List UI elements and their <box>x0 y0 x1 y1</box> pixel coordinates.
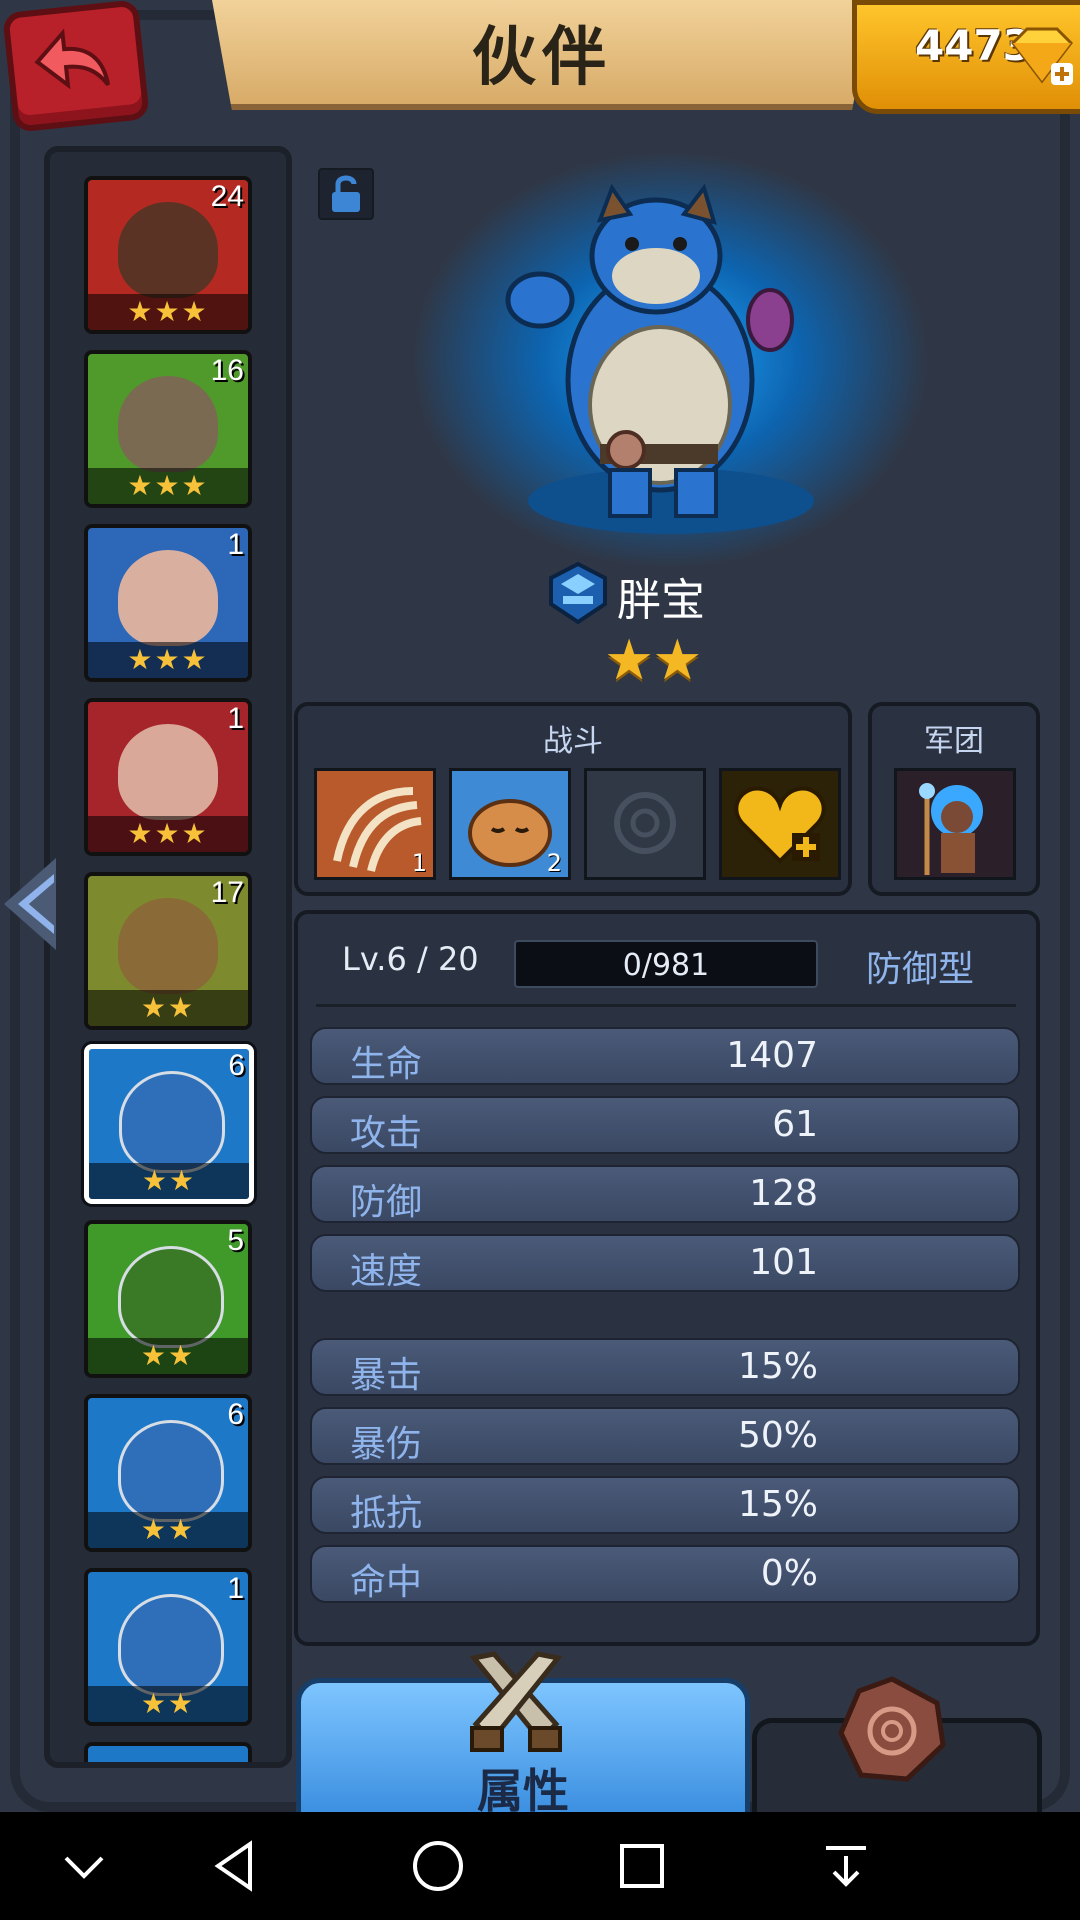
home-circle-icon[interactable] <box>406 1834 470 1898</box>
companion-card[interactable]: 1 ★★★ <box>84 698 252 856</box>
companion-portrait <box>118 1246 224 1348</box>
companion-portrait <box>118 898 218 994</box>
back-arrow-icon <box>34 28 111 90</box>
companion-card[interactable]: 1 ★★ <box>84 1568 252 1726</box>
hero-name: 胖宝 <box>617 575 705 626</box>
stat-row-accuracy: 命中 0% <box>310 1545 1020 1603</box>
companion-stars: ★★ <box>88 990 248 1026</box>
stat-label: 暴伤 <box>350 1424 423 1465</box>
companion-level: 24 <box>210 180 244 213</box>
companion-card[interactable]: 5 ★★ <box>84 1220 252 1378</box>
companion-stars: ★★★ <box>88 816 248 852</box>
companion-portrait <box>118 724 218 820</box>
stat-value: 101 <box>749 1242 818 1283</box>
companion-portrait <box>118 1420 224 1522</box>
defense-class-icon <box>549 561 607 625</box>
companion-stars: ★★ <box>88 1338 248 1374</box>
tab-runes[interactable] <box>752 1676 1042 1822</box>
stat-label: 攻击 <box>350 1113 423 1154</box>
companion-card[interactable]: 1 ★★★ <box>84 524 252 682</box>
stat-row-hp: 生命 1407 <box>310 1027 1020 1085</box>
companion-portrait <box>118 1594 224 1696</box>
companion-stars: ★★★ <box>88 642 248 678</box>
companion-level: 6 <box>228 1049 245 1082</box>
companion-list[interactable]: 24 ★★★ 16 ★★★ 1 ★★★ 1 ★★★ 17 ★★ 6 ★★ 5 ★… <box>44 146 292 1768</box>
stat-value: 128 <box>749 1173 818 1214</box>
stat-row-crit: 暴击 15% <box>310 1338 1020 1396</box>
stat-label: 生命 <box>350 1044 423 1085</box>
companion-card[interactable]: 6 ★★ <box>84 1394 252 1552</box>
companion-card[interactable]: 17 ★★ <box>84 872 252 1030</box>
locked-rune-skill-icon[interactable] <box>584 768 706 880</box>
xp-progress-bar: 0/981 <box>514 940 818 988</box>
notification-pull-icon[interactable] <box>814 1834 878 1898</box>
companion-level: 1 <box>227 528 244 561</box>
companion-card-selected[interactable]: 6 ★★ <box>84 1044 254 1204</box>
rune-stone-icon <box>838 1676 946 1782</box>
hero-portrait[interactable] <box>470 180 810 520</box>
companion-level: 1 <box>227 702 244 735</box>
stat-value: 50% <box>737 1415 818 1456</box>
companion-level: 17 <box>210 876 244 909</box>
heart-plus-skill-icon[interactable] <box>719 768 841 880</box>
claw-skill-icon[interactable]: 1 <box>314 768 436 880</box>
stat-value: 61 <box>772 1104 818 1145</box>
companion-level: 5 <box>227 1224 244 1257</box>
stat-row-crit-damage: 暴伤 50% <box>310 1407 1020 1465</box>
hero-level: Lv.6 / 20 <box>342 940 479 978</box>
stat-row-resist: 抵抗 15% <box>310 1476 1020 1534</box>
stat-label: 防御 <box>350 1182 423 1223</box>
legion-panel-title: 军团 <box>924 724 984 759</box>
companion-card-partial[interactable] <box>84 1742 252 1762</box>
stat-row-speed: 速度 101 <box>310 1234 1020 1292</box>
skill-count: 2 <box>546 849 562 877</box>
companion-stars: ★★ <box>88 1686 248 1722</box>
companion-portrait <box>118 376 218 472</box>
companion-portrait <box>118 550 218 646</box>
recents-square-icon[interactable] <box>610 1834 674 1898</box>
gem-counter[interactable]: 4473 <box>852 0 1080 114</box>
page-title: 伙伴 <box>472 21 612 95</box>
back-button[interactable] <box>2 0 150 133</box>
stat-value: 15% <box>737 1346 818 1387</box>
companion-stars: ★★ <box>88 1512 248 1548</box>
crossed-swords-icon <box>469 1651 563 1752</box>
companion-portrait <box>119 1071 225 1173</box>
stat-row-attack: 攻击 61 <box>310 1096 1020 1154</box>
companion-stars: ★★★ <box>88 294 248 330</box>
chevron-down-icon[interactable] <box>52 1834 116 1898</box>
title-banner: 伙伴 <box>212 0 872 110</box>
hero-name-area: 胖宝 <box>545 560 705 630</box>
legion-hero-icon[interactable] <box>894 768 1016 880</box>
stat-label: 速度 <box>350 1251 423 1292</box>
companion-level: 16 <box>210 354 244 387</box>
battle-panel-title: 战斗 <box>543 724 603 759</box>
stat-label: 抵抗 <box>350 1493 423 1534</box>
xp-progress-text: 0/981 <box>622 948 710 983</box>
system-navbar <box>0 1812 1080 1920</box>
stat-row-defense: 防御 128 <box>310 1165 1020 1223</box>
companion-level: 1 <box>227 1572 244 1605</box>
companion-card[interactable]: 24 ★★★ <box>84 176 252 334</box>
battle-panel: 战斗 1 2 <box>294 702 852 896</box>
diamond-plus-icon <box>1011 27 1073 85</box>
unlock-icon[interactable] <box>318 168 374 220</box>
companion-level: 6 <box>227 1398 244 1431</box>
stat-label: 命中 <box>350 1562 423 1603</box>
hero-stars: ★★ <box>604 628 702 693</box>
companion-stars: ★★ <box>89 1163 249 1199</box>
companion-stars: ★★★ <box>88 468 248 504</box>
stat-value: 15% <box>737 1484 818 1525</box>
stat-value: 0% <box>760 1553 818 1594</box>
stat-value: 1407 <box>726 1035 818 1076</box>
legion-panel: 军团 <box>868 702 1040 896</box>
stats-divider <box>316 1004 1016 1007</box>
back-triangle-icon[interactable] <box>204 1834 268 1898</box>
hero-role: 防御型 <box>866 949 975 990</box>
companion-card[interactable]: 16 ★★★ <box>84 350 252 508</box>
companion-portrait <box>118 202 218 298</box>
skill-count: 1 <box>411 849 427 877</box>
sleeping-beast-skill-icon[interactable]: 2 <box>449 768 571 880</box>
stat-label: 暴击 <box>350 1355 423 1396</box>
